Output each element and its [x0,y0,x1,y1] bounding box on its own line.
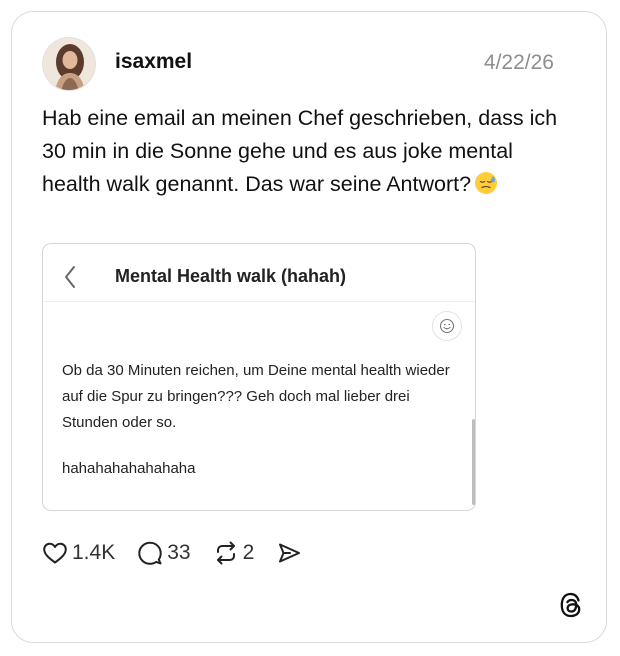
embedded-screenshot[interactable]: Mental Health walk (hahah) Ob da 30 Minu… [42,243,476,511]
reply-count: 33 [167,541,191,564]
sweat-smile-emoji-icon [474,171,498,195]
post-date: 4/22/26 [483,51,554,74]
repost-icon [213,540,239,566]
embed-scrollbar[interactable] [472,419,475,505]
like-count: 1.4K [72,541,116,564]
post-text: Hab eine email an meinen Chef geschriebe… [42,102,562,201]
share-button[interactable] [276,541,302,565]
repost-count: 2 [242,541,255,564]
action-bar: 1.4K 33 2 [42,538,324,568]
smiley-icon[interactable] [432,311,462,341]
repost-button[interactable]: 2 [213,540,255,566]
chevron-left-icon[interactable] [61,263,79,291]
embed-message-body: Ob da 30 Minuten reichen, um Deine menta… [62,362,450,431]
username[interactable]: isaxmel [115,50,192,74]
heart-icon [42,541,68,565]
embed-divider [43,301,475,302]
reply-button[interactable]: 33 [137,540,191,566]
send-icon [276,541,302,565]
threads-logo-icon[interactable] [558,591,584,619]
speech-bubble-icon [137,540,163,566]
avatar[interactable] [42,37,96,91]
like-button[interactable]: 1.4K [42,541,115,565]
embed-message-laugh: hahahahahahahaha [62,460,196,477]
embed-title: Mental Health walk (hahah) [115,266,347,286]
